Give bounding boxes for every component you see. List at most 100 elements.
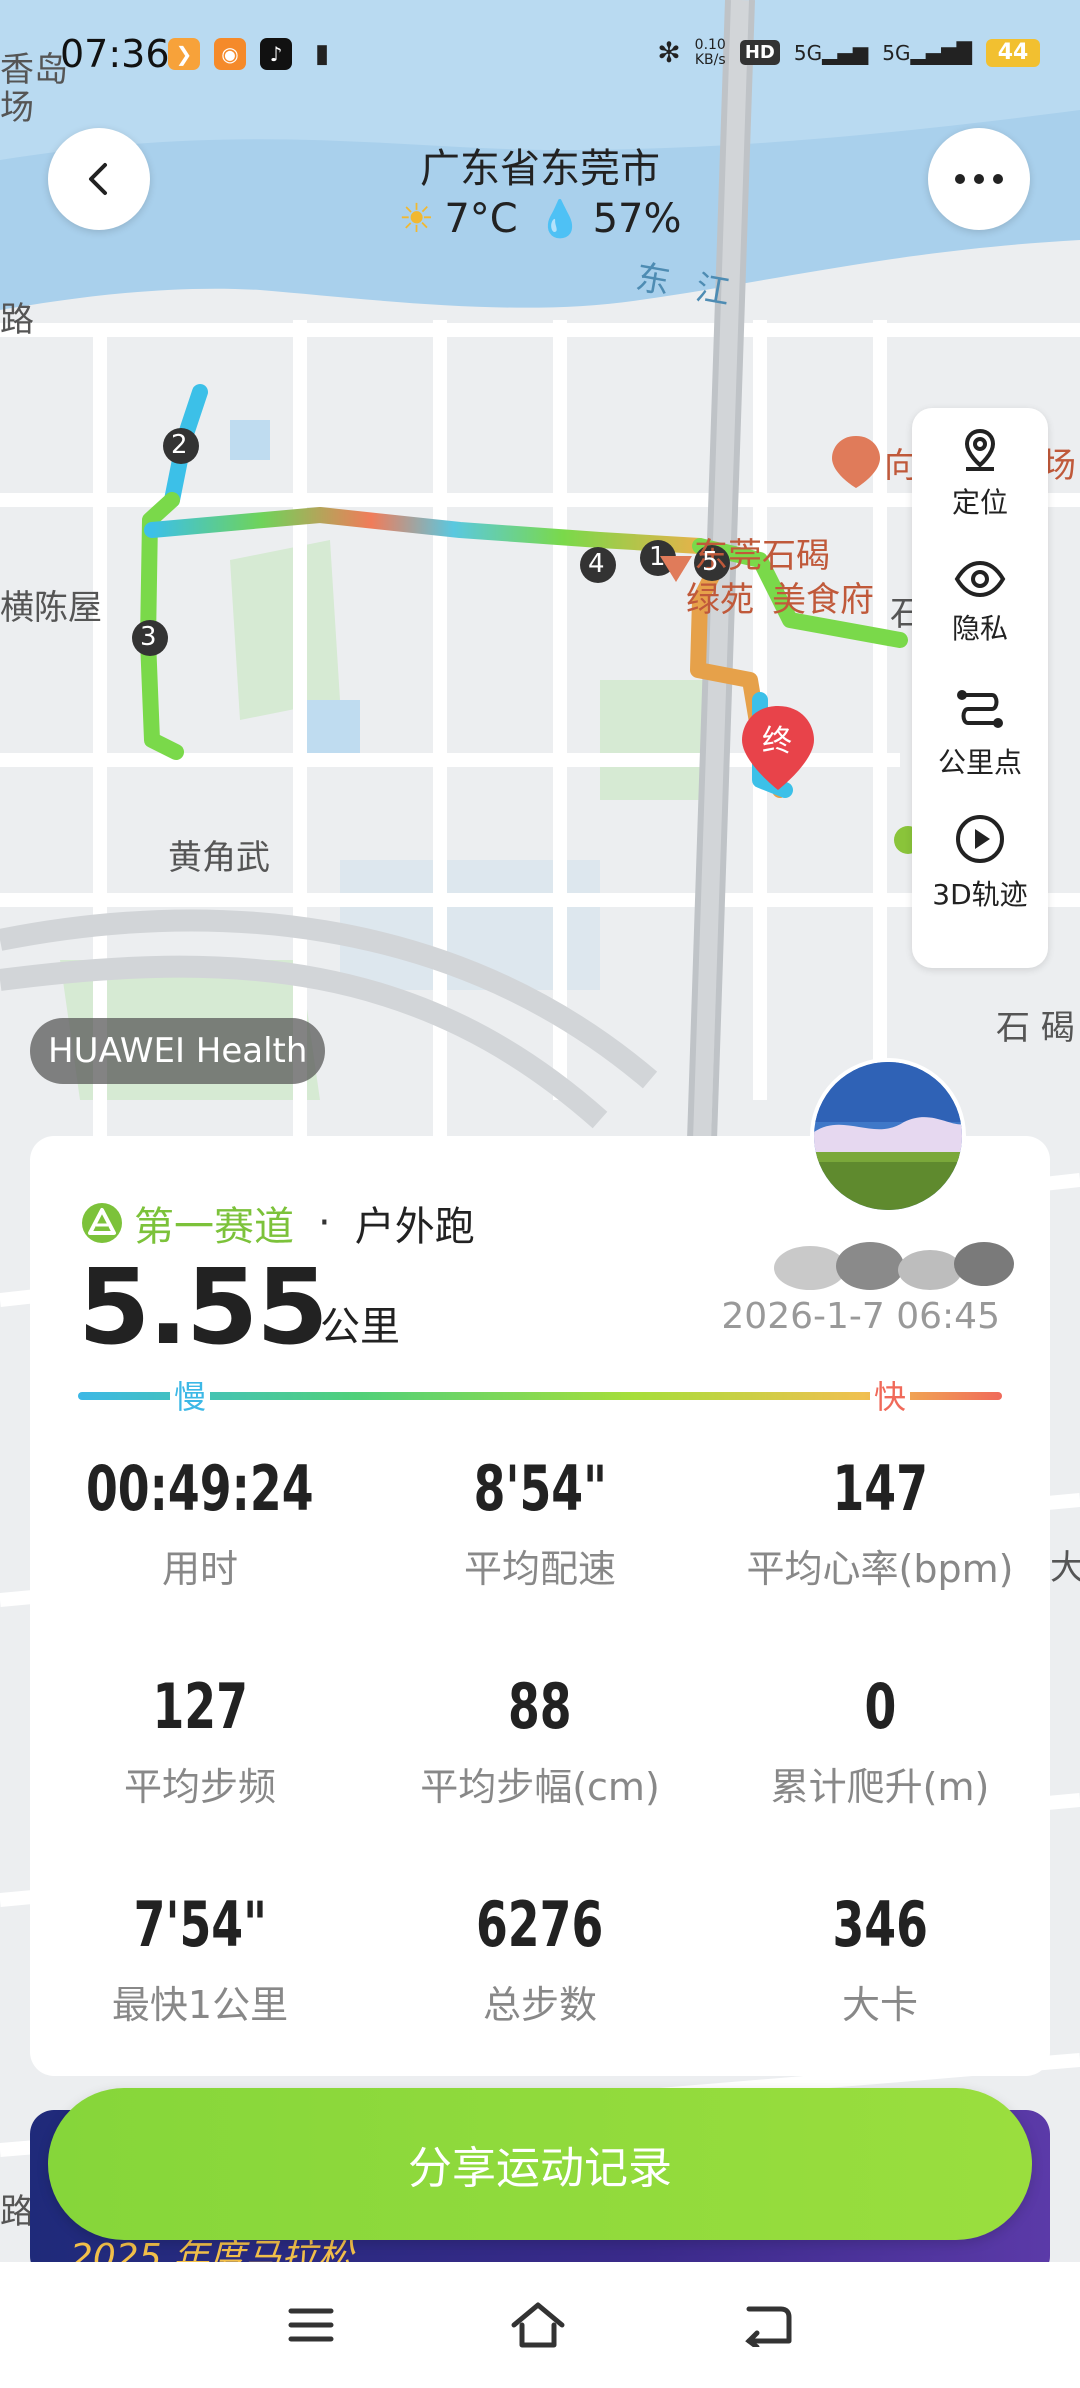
route-line: 第一赛道 · 户外跑 <box>80 1194 475 1252</box>
separator: · <box>318 1200 331 1246</box>
km-marker-2[interactable]: 2 <box>171 430 188 460</box>
distance-value: 5.55 <box>78 1246 329 1368</box>
share-activity-button[interactable]: 分享运动记录 <box>48 2088 1032 2240</box>
map-label: 黄角武 <box>168 838 270 878</box>
signal-label: 5G <box>793 40 823 65</box>
tool-label: 定位 <box>951 486 1008 519</box>
more-dots-icon <box>955 174 1003 184</box>
droplet-icon: 💧 <box>537 199 583 240</box>
avatar[interactable] <box>810 1058 966 1214</box>
route-points-icon <box>957 690 1003 728</box>
stat-label: 大卡 <box>841 1983 918 2027</box>
stat-value: 88 <box>508 1670 572 1743</box>
status-bar: 07:36 ❯ ◉ ♪ ▮ ✻ 0.10 KB/s HD 5G▂▄▆ 5G▂▄▆… <box>0 30 1080 90</box>
stat-label: 用时 <box>161 1547 238 1591</box>
map-label-poi: 美食府 <box>772 580 874 620</box>
stat-total-steps: 6276 总步数 <box>370 1888 710 2106</box>
system-nav-bar <box>0 2262 1080 2388</box>
route-name[interactable]: 第一赛道 <box>134 1194 294 1252</box>
km-marker-4[interactable]: 4 <box>588 549 605 579</box>
pace-fast-label: 快 <box>870 1372 911 1418</box>
signal-icon: 5G▂▄▆█ <box>882 40 972 65</box>
bluetooth-icon: ✻ <box>657 36 681 69</box>
temperature: 7°C <box>444 196 518 242</box>
stat-calories: 346 大卡 <box>710 1888 1050 2106</box>
tool-label: 隐私 <box>951 612 1008 645</box>
battery-indicator: 44 <box>986 38 1040 67</box>
blurred-username <box>774 1242 1014 1290</box>
stat-label: 最快1公里 <box>111 1983 289 2027</box>
end-marker[interactable]: 终 <box>762 716 792 760</box>
stat-label: 累计爬升(m) <box>770 1765 990 1809</box>
activity-date: 2026-1-7 06:45 <box>721 1296 1000 1337</box>
3d-track-button[interactable]: 3D轨迹 <box>912 798 1048 928</box>
map-label: 大 <box>1050 1548 1080 1588</box>
stat-elevation-gain: 0 累计爬升(m) <box>710 1670 1050 1888</box>
privacy-button[interactable]: 隐私 <box>912 538 1048 668</box>
sun-icon: ☀ <box>398 196 435 242</box>
humidity: 57% <box>592 196 682 242</box>
stat-value: 6276 <box>476 1888 604 1961</box>
map-label: 路 <box>0 300 34 340</box>
stat-label: 平均配速 <box>463 1547 616 1591</box>
pace-gradient-bar <box>78 1392 1002 1400</box>
signal-label: 5G <box>882 40 911 65</box>
chat-notify-icon: ◉ <box>214 38 246 70</box>
hd-badge: HD <box>739 40 780 65</box>
net-speed-unit: KB/s <box>694 51 726 68</box>
location-title: 广东省东莞市 <box>420 146 660 192</box>
map-label-poi: 绿苑 <box>686 580 754 620</box>
stat-value: 0 <box>864 1670 896 1743</box>
home-icon[interactable] <box>510 2301 566 2349</box>
stat-label: 总步数 <box>482 1983 597 2027</box>
distance-unit: 公里 <box>320 1304 400 1350</box>
menu-icon[interactable] <box>287 2305 335 2345</box>
stat-label: 平均心率(bpm) <box>746 1547 1014 1591</box>
km-marker-5[interactable]: 5 <box>702 547 719 577</box>
status-time: 07:36 <box>60 32 170 76</box>
weather-info: ☀ 7°C 💧 57% <box>0 196 1080 242</box>
notification-icons: ❯ ◉ ♪ ▮ <box>168 38 338 70</box>
net-speed: 0.10 KB/s <box>694 36 726 68</box>
map-toolbar: 定位 隐私 公里点 3D轨迹 <box>912 408 1048 968</box>
play-circle-icon <box>956 815 1004 863</box>
km-points-button[interactable]: 公里点 <box>912 668 1048 798</box>
signal-icon: 5G▂▄▆ <box>793 40 869 65</box>
location-pin-icon <box>964 428 996 471</box>
more-options-button[interactable] <box>928 128 1030 230</box>
km-marker-3[interactable]: 3 <box>140 622 157 652</box>
stat-avg-heart-rate: 147 平均心率(bpm) <box>710 1452 1050 1670</box>
route-logo-icon <box>82 1203 122 1243</box>
app-notify-icon: ❯ <box>168 38 200 70</box>
stat-value: 8'54" <box>473 1452 607 1525</box>
map-label: 陈屋 <box>34 588 102 628</box>
stat-fastest-km: 7'54" 最快1公里 <box>30 1888 370 2106</box>
clipboard-icon: ▮ <box>314 39 330 69</box>
stat-value: 147 <box>832 1452 928 1525</box>
stat-avg-stride: 88 平均步幅(cm) <box>370 1670 710 1888</box>
net-speed-value: 0.10 <box>694 36 726 53</box>
stat-value: 7'54" <box>133 1888 267 1961</box>
stat-value: 127 <box>152 1670 248 1743</box>
activity-type: 户外跑 <box>354 1204 475 1250</box>
stats-grid: 00:49:24 用时 8'54" 平均配速 147 平均心率(bpm) 127… <box>30 1452 1050 2106</box>
stat-avg-cadence: 127 平均步频 <box>30 1670 370 1888</box>
eye-icon <box>954 560 1006 598</box>
pace-slow-label: 慢 <box>170 1372 211 1418</box>
map-label: 路 <box>0 2192 34 2232</box>
stat-value: 346 <box>832 1888 928 1961</box>
tool-label: 公里点 <box>937 746 1022 779</box>
locate-button[interactable]: 定位 <box>912 408 1048 538</box>
map-label: 石 碣 <box>996 1008 1075 1048</box>
km-marker-1[interactable]: 1 <box>649 542 666 572</box>
stat-label: 平均步频 <box>123 1765 276 1809</box>
tool-label: 3D轨迹 <box>932 878 1028 911</box>
stat-avg-pace: 8'54" 平均配速 <box>370 1452 710 1670</box>
back-nav-icon[interactable] <box>741 2303 793 2347</box>
huawei-health-badge: HUAWEI Health <box>30 1018 326 1084</box>
map-label: 横 <box>0 588 34 628</box>
tiktok-icon: ♪ <box>260 38 292 70</box>
status-right: ✻ 0.10 KB/s HD 5G▂▄▆ 5G▂▄▆█ 44 <box>657 36 1040 69</box>
stat-duration: 00:49:24 用时 <box>30 1452 370 1670</box>
stat-value: 00:49:24 <box>86 1452 314 1525</box>
